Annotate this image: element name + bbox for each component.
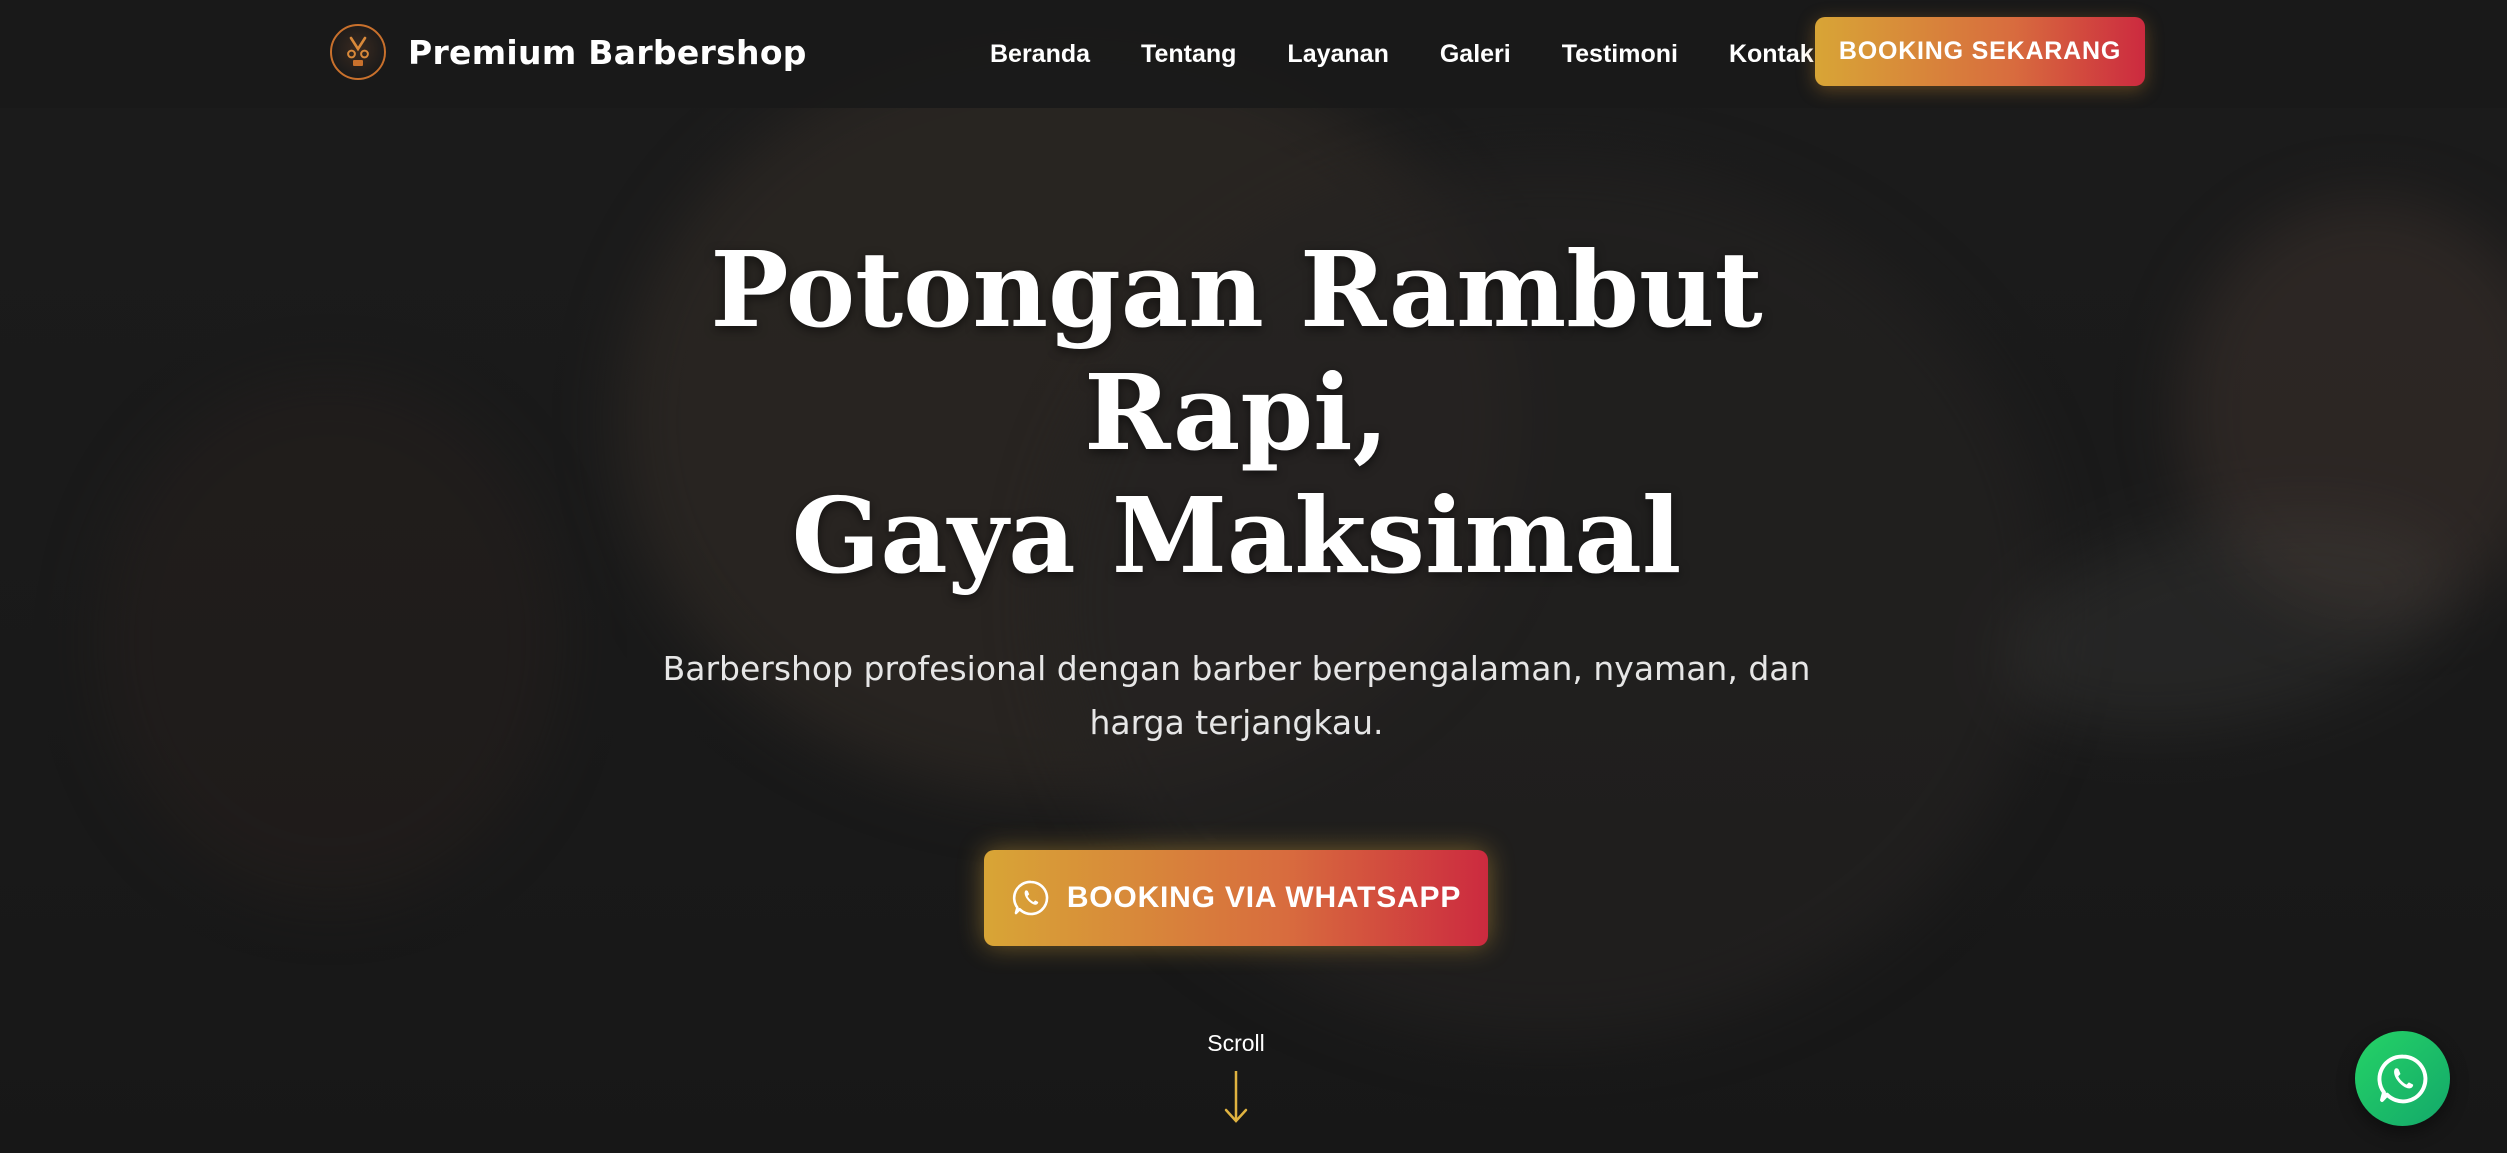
hero-title: Potongan Rambut Rapi, Gaya Maksimal (600, 228, 1873, 597)
scroll-indicator[interactable]: Scroll (1136, 1030, 1336, 1125)
whatsapp-icon (1011, 878, 1051, 918)
booking-now-button[interactable]: BOOKING SEKARANG (1815, 17, 2145, 86)
hero-title-line: Potongan Rambut (710, 228, 1763, 351)
brand[interactable]: Premium Barbershop (330, 22, 807, 82)
booking-whatsapp-label: BOOKING VIA WHATSAPP (1066, 881, 1462, 914)
scroll-label: Scroll (1207, 1030, 1265, 1056)
nav-link-tentang[interactable]: Tentang (1141, 40, 1236, 69)
nav-link-testimoni[interactable]: Testimoni (1562, 40, 1678, 69)
booking-whatsapp-button[interactable]: BOOKING VIA WHATSAPP (984, 850, 1488, 946)
hero-subtitle: Barbershop profesional dengan barber ber… (662, 649, 1811, 742)
navbar: Premium Barbershop Beranda Tentang Layan… (0, 0, 2507, 108)
nav-link-kontak[interactable]: Kontak (1729, 40, 1814, 69)
nav-link-galeri[interactable]: Galeri (1440, 40, 1511, 69)
brand-name: Premium Barbershop (408, 32, 807, 72)
floating-whatsapp-button[interactable] (2355, 1031, 2450, 1126)
whatsapp-icon (2377, 1054, 2427, 1103)
nav-link-beranda[interactable]: Beranda (990, 40, 1090, 69)
hero-title-line: Rapi, (1084, 351, 1389, 474)
main-navigation: Beranda Tentang Layanan Galeri Testimoni… (990, 36, 1814, 72)
hero-title-line: Gaya Maksimal (791, 474, 1682, 597)
barber-logo-icon (330, 24, 386, 80)
nav-link-layanan[interactable]: Layanan (1287, 40, 1388, 69)
arrow-down-icon (1224, 1071, 1248, 1123)
